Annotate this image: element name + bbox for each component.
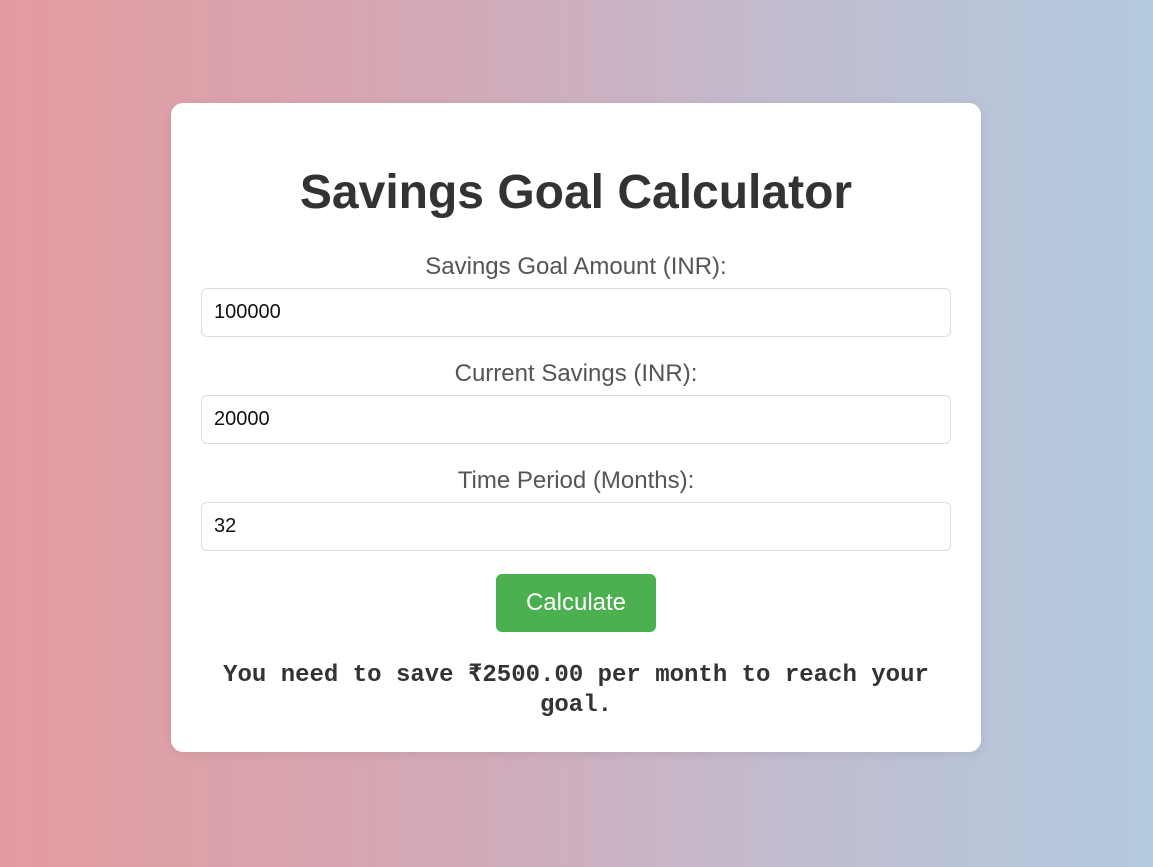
calculate-button[interactable]: Calculate	[496, 574, 656, 632]
time-period-input[interactable]	[201, 502, 951, 551]
page-title: Savings Goal Calculator	[299, 166, 853, 219]
current-savings-input[interactable]	[201, 395, 951, 444]
time-period-label: Time Period (Months):	[457, 467, 695, 494]
goal-amount-input[interactable]	[201, 288, 951, 337]
result-message: You need to save ₹2500.00 per month to r…	[223, 662, 929, 719]
calculator-card: Savings Goal Calculator Savings Goal Amo…	[171, 103, 981, 752]
goal-amount-label: Savings Goal Amount (INR):	[425, 253, 727, 280]
current-savings-label: Current Savings (INR):	[454, 360, 698, 387]
